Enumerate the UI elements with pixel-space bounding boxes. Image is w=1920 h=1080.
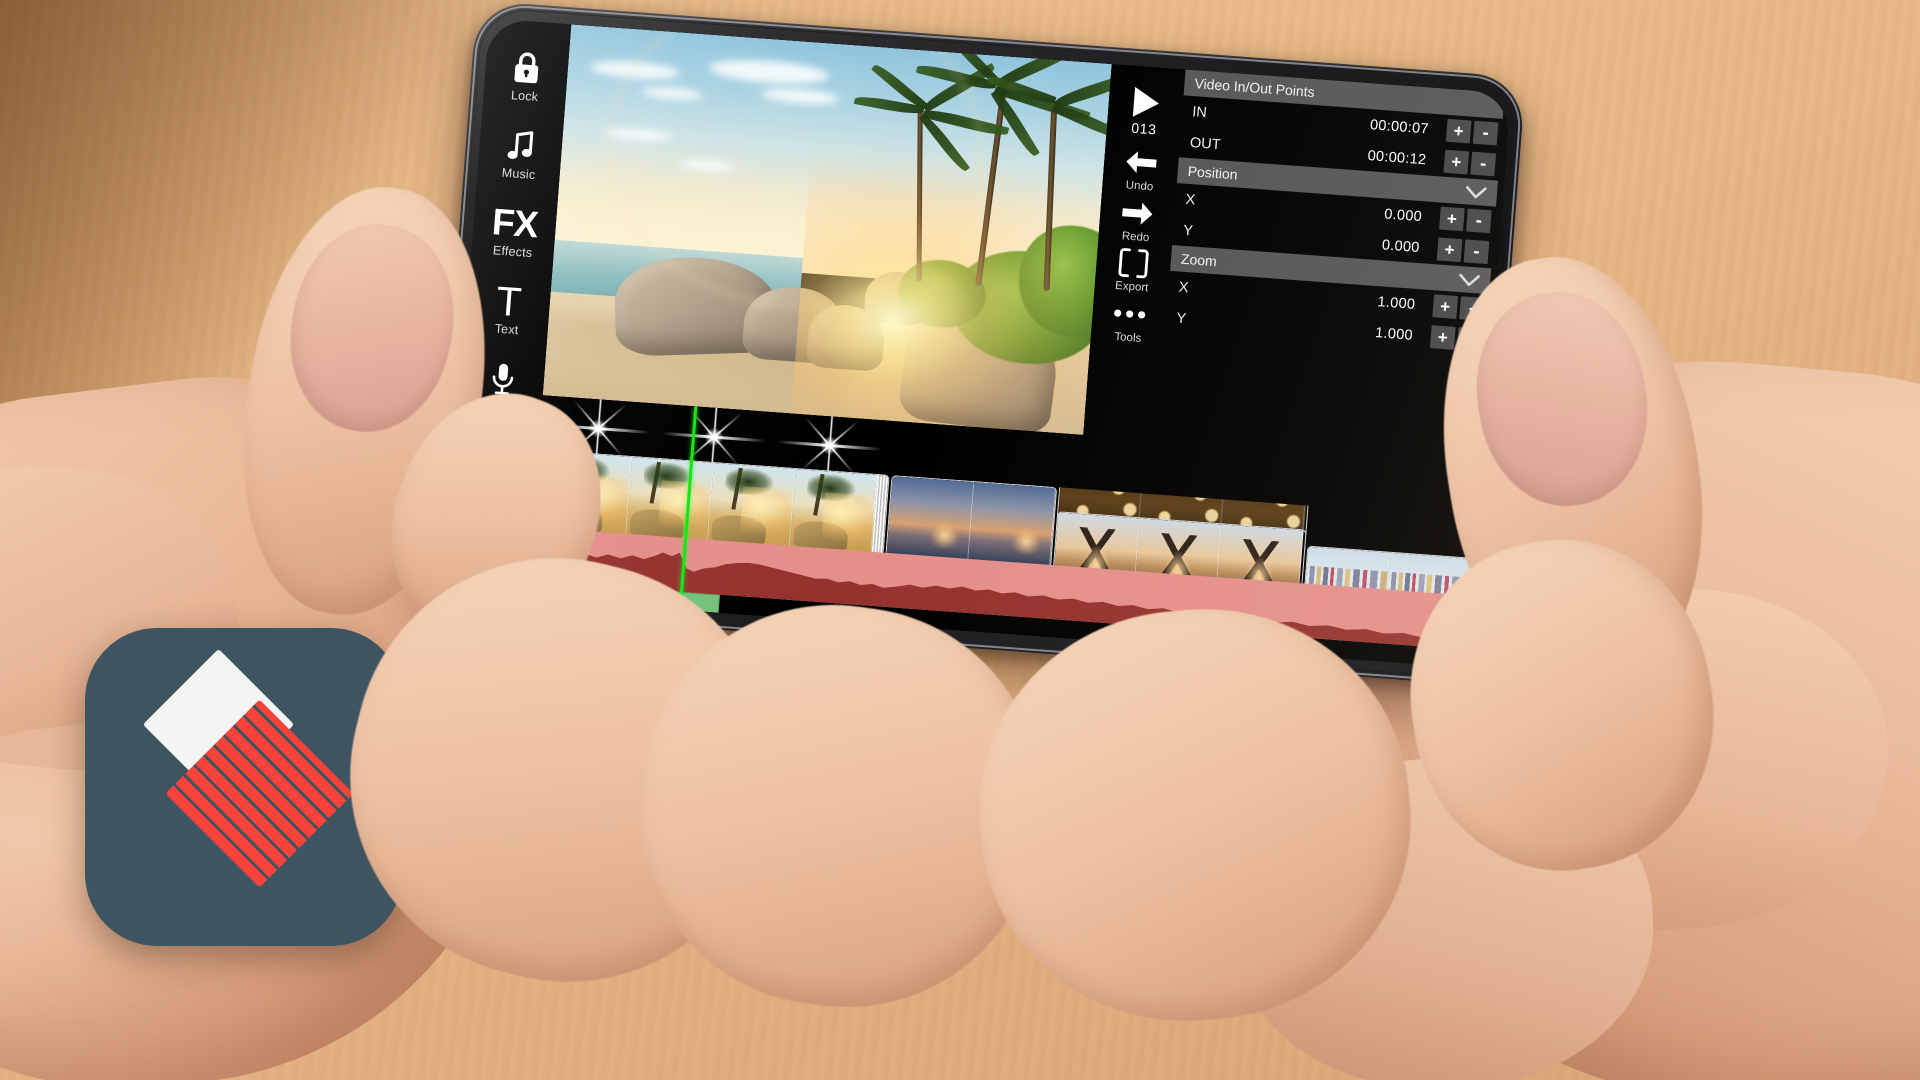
- editor-main-column: 013 Undo Redo Export Tools Video In/Out …: [527, 24, 1511, 668]
- row-value: 1.000: [1374, 324, 1414, 344]
- redo-label: Redo: [1121, 229, 1150, 244]
- row-key: Y: [1175, 309, 1187, 327]
- plus-button[interactable]: +: [1429, 325, 1456, 350]
- preview-and-properties-row: 013 Undo Redo Export Tools Video In/Out …: [542, 24, 1511, 465]
- export-label: Export: [1114, 279, 1149, 295]
- sidebar-item-effects[interactable]: FX Effects: [472, 190, 556, 271]
- video-preview[interactable]: [542, 24, 1112, 435]
- sidebar-item-lock[interactable]: Lock: [484, 34, 568, 115]
- plus-button[interactable]: +: [1436, 237, 1463, 263]
- stepper-position-y[interactable]: + -: [1436, 237, 1490, 265]
- clip-thumbnail: [707, 462, 796, 549]
- stepper-out[interactable]: + -: [1443, 149, 1497, 177]
- undo-label: Undo: [1125, 179, 1154, 194]
- section-title: Video In/Out Points: [1193, 75, 1316, 100]
- sidebar-item-music[interactable]: Music: [478, 112, 562, 193]
- redo-button[interactable]: Redo: [1101, 192, 1173, 245]
- text-glyph: T: [494, 277, 524, 326]
- export-button[interactable]: Export: [1097, 243, 1169, 296]
- plus-button[interactable]: +: [1439, 206, 1465, 232]
- section-title: Position: [1187, 162, 1239, 183]
- clip-thumbnail: [626, 456, 715, 543]
- row-key: X: [1178, 279, 1190, 296]
- minus-button[interactable]: -: [1465, 208, 1492, 234]
- sidebar-item-label: Music: [501, 165, 536, 182]
- ellipsis-icon: [1111, 294, 1148, 332]
- arrow-right-icon: [1119, 194, 1156, 232]
- sidebar-item-label: Lock: [510, 87, 539, 104]
- arrow-left-icon: [1123, 143, 1160, 181]
- undo-button[interactable]: Undo: [1105, 142, 1177, 195]
- row-key: X: [1185, 191, 1196, 209]
- section-title: Zoom: [1180, 250, 1218, 270]
- play-icon: [1130, 84, 1163, 122]
- preview-frame-image: [542, 24, 1112, 435]
- plus-button[interactable]: +: [1443, 149, 1470, 175]
- text-icon: T: [494, 277, 524, 326]
- chevron-down-icon[interactable]: [1465, 185, 1488, 200]
- stepper-position-x[interactable]: + -: [1439, 206, 1492, 234]
- sidebar-item-label: Text: [494, 321, 520, 338]
- photo-scene: Lock Music FX Effects T Text 013 Undo Re…: [0, 0, 1920, 1080]
- fx-icon: FX: [490, 200, 539, 246]
- stepper-in[interactable]: + -: [1445, 118, 1499, 146]
- row-key: IN: [1191, 103, 1208, 121]
- tools-label: Tools: [1114, 330, 1142, 345]
- clip-thumbnail: [968, 482, 1057, 568]
- plus-button[interactable]: +: [1432, 294, 1459, 319]
- export-bracket-icon: [1116, 244, 1151, 282]
- lock-icon: [510, 47, 543, 89]
- frame-counter: 013: [1130, 119, 1158, 138]
- minus-button[interactable]: -: [1472, 120, 1499, 146]
- fx-glyph: FX: [490, 200, 539, 246]
- row-key: Y: [1182, 222, 1194, 239]
- tools-button[interactable]: Tools: [1093, 293, 1165, 346]
- clip-thumbnail: [789, 468, 878, 555]
- chevron-down-icon[interactable]: [1458, 273, 1481, 288]
- row-key: OUT: [1189, 134, 1222, 153]
- plus-button[interactable]: +: [1445, 118, 1472, 144]
- minus-button[interactable]: -: [1470, 151, 1497, 177]
- music-note-icon: [504, 125, 537, 167]
- palm-trunk: [916, 109, 923, 281]
- clip-thumbnail: [886, 476, 975, 562]
- play-button[interactable]: [1111, 82, 1182, 123]
- sidebar-item-label: Effects: [492, 243, 533, 260]
- app-icon-mark: [142, 648, 354, 903]
- minus-button[interactable]: -: [1463, 239, 1490, 265]
